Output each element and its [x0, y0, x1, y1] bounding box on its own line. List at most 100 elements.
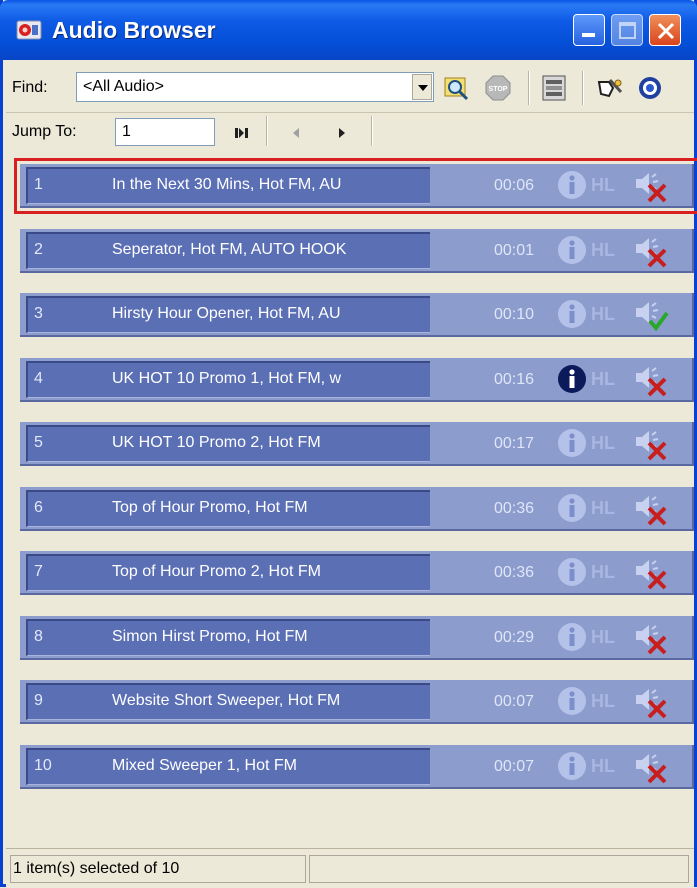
audio-row[interactable]: 3 Hirsty Hour Opener, Hot FM, AU 00:10 HL — [20, 293, 694, 337]
previous-icon[interactable] — [286, 123, 306, 143]
info-icon[interactable] — [557, 235, 587, 265]
speaker-muted-icon[interactable] — [634, 235, 670, 269]
audio-row[interactable]: 5 UK HOT 10 Promo 2, Hot FM 00:17 HL — [20, 422, 694, 466]
audio-row-title: Hirsty Hour Opener, Hot FM, AU — [112, 305, 341, 322]
window-title: Audio Browser — [52, 17, 216, 43]
audio-row-title: UK HOT 10 Promo 2, Hot FM — [112, 434, 321, 451]
settings-disc-icon[interactable] — [636, 74, 664, 102]
audio-row-number: 5 — [34, 434, 43, 451]
toolbar-separator — [266, 116, 268, 146]
speaker-check-icon[interactable] — [634, 299, 670, 333]
hl-label: HL — [591, 368, 615, 389]
audio-row-duration: 00:36 — [494, 499, 535, 517]
info-icon[interactable] — [557, 364, 587, 394]
audio-row-number: 10 — [34, 756, 52, 774]
minimize-button[interactable] — [573, 14, 605, 46]
audio-row-title: Website Short Sweeper, Hot FM — [112, 692, 341, 709]
hl-label: HL — [591, 433, 615, 453]
info-icon[interactable] — [557, 299, 587, 329]
speaker-muted-icon[interactable] — [634, 751, 670, 785]
hl-label: HL — [591, 304, 615, 324]
audio-row[interactable]: 2 Seperator, Hot FM, AUTO HOOK 00:01 HL — [20, 228, 694, 273]
tools-icon[interactable] — [596, 74, 624, 102]
speaker-muted-icon[interactable] — [634, 428, 670, 462]
jump-go-icon[interactable] — [232, 123, 252, 143]
speaker-muted-icon[interactable] — [634, 364, 670, 398]
close-button[interactable] — [649, 14, 681, 46]
info-icon[interactable] — [557, 557, 587, 587]
audio-row-title: In the Next 30 Mins, Hot FM, AU — [112, 176, 342, 193]
hl-label: HL — [591, 691, 615, 711]
audio-row[interactable]: 10 Mixed Sweeper 1, Hot FM 00:07 HL — [20, 744, 694, 789]
status-pane: 1 item(s) selected of 10 — [10, 855, 306, 883]
audio-row-duration: 00:07 — [494, 693, 535, 710]
minimize-icon — [582, 33, 595, 37]
audio-row[interactable]: 7 Top of Hour Promo 2, Hot FM 00:36 HL — [20, 551, 694, 595]
status-text: 1 item(s) selected of 10 — [13, 860, 180, 877]
toolbar-separator — [371, 116, 373, 146]
audio-row-title: UK HOT 10 Promo 1, Hot FM, w — [112, 369, 342, 387]
audio-row-number: 4 — [34, 369, 43, 387]
audio-row-number: 1 — [34, 176, 43, 193]
stop-icon[interactable]: STOP — [484, 74, 512, 102]
info-icon[interactable] — [557, 170, 587, 200]
info-icon[interactable] — [557, 428, 587, 458]
maximize-icon — [619, 22, 636, 39]
hl-label: HL — [591, 175, 615, 195]
jump-to-input[interactable] — [115, 118, 215, 146]
info-icon[interactable] — [557, 622, 587, 652]
audio-row-title: Simon Hirst Promo, Hot FM — [112, 627, 308, 645]
app-icon — [16, 20, 42, 40]
audio-list[interactable]: 1 In the Next 30 Mins, Hot FM, AU 00:06 HL 2… — [6, 154, 697, 848]
audio-row[interactable]: 6 Top of Hour Promo, Hot FM 00:36 HL — [20, 486, 694, 531]
hl-label: HL — [591, 497, 615, 518]
info-icon[interactable] — [557, 493, 587, 523]
find-combobox-value: <All Audio> — [83, 78, 164, 95]
audio-row-duration: 00:06 — [494, 177, 535, 194]
audio-browser-window: Audio Browser Find: <All Audio> STOP Jum… — [0, 0, 697, 888]
list-view-icon[interactable] — [540, 74, 568, 102]
info-icon[interactable] — [557, 751, 587, 781]
audio-row-number: 2 — [34, 240, 43, 258]
jump-label: Jump To: — [12, 123, 77, 140]
svg-text:STOP: STOP — [489, 86, 508, 93]
audio-row-number: 3 — [34, 305, 43, 322]
speaker-muted-icon[interactable] — [634, 557, 670, 591]
hl-label: HL — [591, 626, 615, 647]
audio-row-duration: 00:29 — [494, 628, 535, 646]
audio-row[interactable]: 1 In the Next 30 Mins, Hot FM, AU 00:06 HL — [14, 158, 697, 214]
audio-row-number: 7 — [34, 563, 43, 580]
toolbar-separator — [528, 71, 530, 105]
info-icon[interactable] — [557, 686, 587, 716]
audio-row-title: Top of Hour Promo, Hot FM — [112, 498, 308, 516]
hl-label: HL — [591, 562, 615, 582]
find-toolbar: Find: <All Audio> STOP — [6, 62, 694, 113]
audio-row-number: 6 — [34, 498, 43, 516]
audio-row[interactable]: 9 Website Short Sweeper, Hot FM 00:07 HL — [20, 680, 694, 724]
audio-row-title: Seperator, Hot FM, AUTO HOOK — [112, 240, 347, 258]
maximize-button[interactable] — [611, 14, 643, 46]
hl-label: HL — [591, 755, 615, 776]
audio-row-duration: 00:16 — [494, 370, 535, 388]
audio-row-duration: 00:17 — [494, 435, 535, 452]
close-icon — [657, 22, 675, 40]
speaker-muted-icon[interactable] — [634, 686, 670, 720]
next-icon[interactable] — [332, 123, 352, 143]
jump-toolbar: Jump To: — [6, 113, 694, 153]
search-icon[interactable] — [443, 74, 471, 102]
speaker-muted-icon[interactable] — [634, 622, 670, 656]
audio-row[interactable]: 8 Simon Hirst Promo, Hot FM 00:29 HL — [20, 615, 694, 660]
audio-row-title: Mixed Sweeper 1, Hot FM — [112, 756, 297, 774]
audio-row-duration: 00:01 — [494, 241, 535, 259]
find-combobox[interactable]: <All Audio> — [76, 72, 434, 102]
audio-row[interactable]: 4 UK HOT 10 Promo 1, Hot FM, w 00:16 HL — [20, 357, 694, 402]
hl-label: HL — [591, 239, 615, 260]
audio-row-duration: 00:10 — [494, 306, 535, 323]
speaker-muted-icon[interactable] — [634, 170, 670, 204]
speaker-muted-icon[interactable] — [634, 493, 670, 527]
status-pane-empty — [309, 855, 689, 883]
audio-row-number: 8 — [34, 627, 43, 645]
chevron-down-icon[interactable] — [412, 74, 432, 100]
title-bar[interactable]: Audio Browser — [0, 0, 697, 60]
toolbar-separator — [582, 71, 584, 105]
